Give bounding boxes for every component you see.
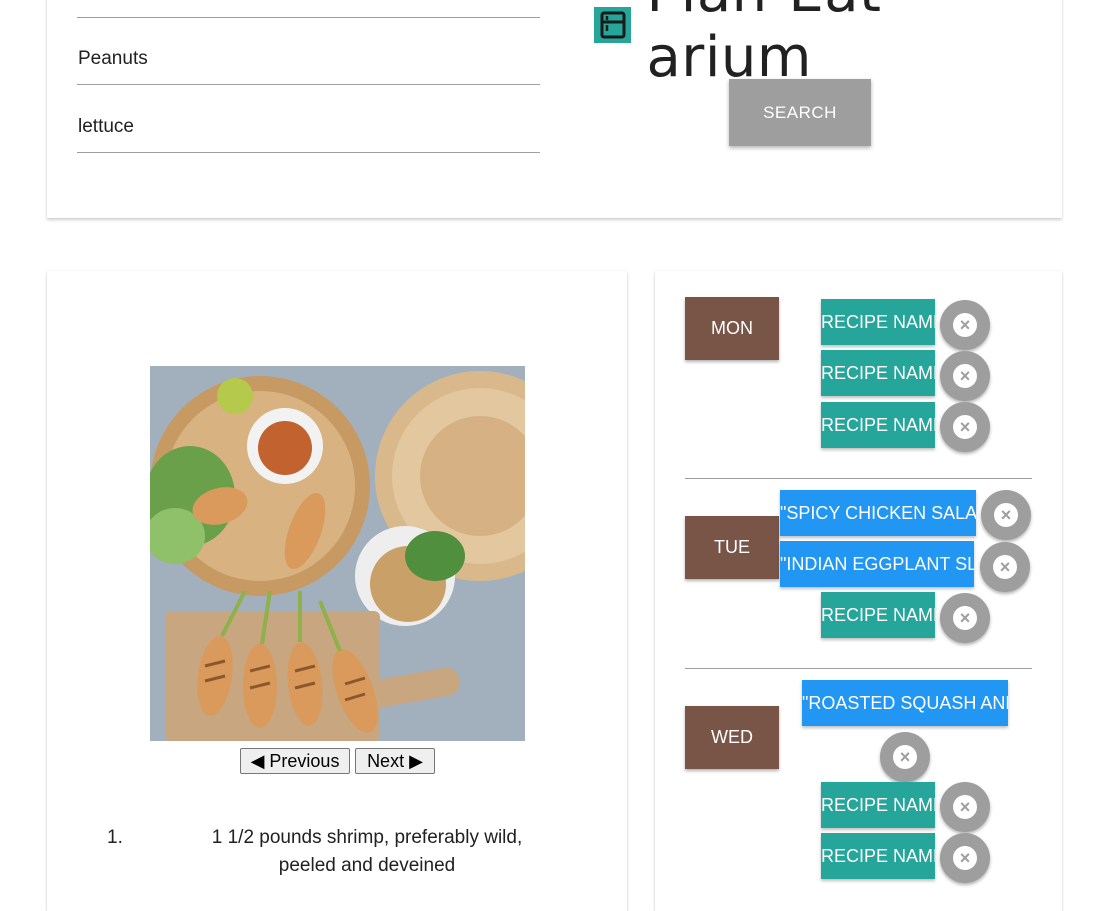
remove-recipe-button[interactable]: × [940, 833, 990, 883]
recipe-card: ◀ Previous Next ▶ 1. 1 1/2 pounds shrimp… [47, 271, 627, 911]
close-icon: × [953, 415, 977, 439]
close-icon: × [993, 555, 1017, 579]
remove-recipe-button[interactable]: × [940, 300, 990, 350]
remove-recipe-button[interactable]: × [940, 351, 990, 401]
previous-button[interactable]: ◀ Previous [240, 748, 350, 774]
ingredient-value: Peanuts [78, 48, 148, 69]
day-button-tue[interactable]: TUE [685, 516, 779, 579]
next-button[interactable]: Next ▶ [355, 748, 435, 774]
ingredient-input-2[interactable]: Peanuts [77, 17, 540, 85]
recipe-chip[interactable]: RECIPE NAME [821, 782, 935, 828]
divider [685, 478, 1032, 479]
ingredient-input-1[interactable]: eggs [77, 0, 540, 18]
meal-plan-card: MON RECIPE NAME × RECIPE NAME × RECIPE N… [655, 271, 1062, 911]
day-button-mon[interactable]: MON [685, 297, 779, 360]
close-icon: × [953, 795, 977, 819]
search-button[interactable]: SEARCH [729, 79, 871, 146]
remove-recipe-button[interactable]: × [940, 782, 990, 832]
recipe-chip[interactable]: RECIPE NAME [821, 299, 935, 345]
remove-recipe-button[interactable]: × [981, 490, 1031, 540]
remove-recipe-button[interactable]: × [980, 542, 1030, 592]
recipe-chip[interactable]: RECIPE NAME [821, 592, 935, 638]
ingredient-text: 1 1/2 pounds shrimp, preferably wild, pe… [211, 827, 523, 876]
remove-recipe-button[interactable]: × [880, 732, 930, 782]
day-button-wed[interactable]: WED [685, 706, 779, 769]
brand: Plan-Eat-arium [594, 0, 1062, 90]
close-icon: × [953, 606, 977, 630]
recipe-chip[interactable]: "SPICY CHICKEN SALAD [780, 490, 976, 536]
ingredient-input-3[interactable]: lettuce [77, 85, 540, 153]
recipe-chip[interactable]: RECIPE NAME [821, 350, 935, 396]
list-number: 1. [107, 827, 123, 848]
recipe-chip[interactable]: RECIPE NAME [821, 833, 935, 879]
close-icon: × [994, 503, 1018, 527]
recipe-chip[interactable]: RECIPE NAME [821, 402, 935, 448]
app-title: Plan-Eat-arium [646, 0, 901, 90]
recipe-chip[interactable]: "INDIAN EGGPLANT SLI [780, 541, 974, 587]
remove-recipe-button[interactable]: × [940, 593, 990, 643]
fridge-icon [594, 7, 632, 43]
close-icon: × [953, 846, 977, 870]
close-icon: × [953, 364, 977, 388]
close-icon: × [893, 745, 917, 769]
recipe-chip[interactable]: "ROASTED SQUASH AND [802, 680, 1008, 726]
recipe-photo [150, 366, 525, 741]
remove-recipe-button[interactable]: × [940, 402, 990, 452]
search-card: eggs Peanuts lettuce Plan-Eat-arium SEAR… [47, 0, 1062, 218]
divider [685, 668, 1032, 669]
ingredient-value: lettuce [78, 116, 134, 137]
close-icon: × [953, 313, 977, 337]
